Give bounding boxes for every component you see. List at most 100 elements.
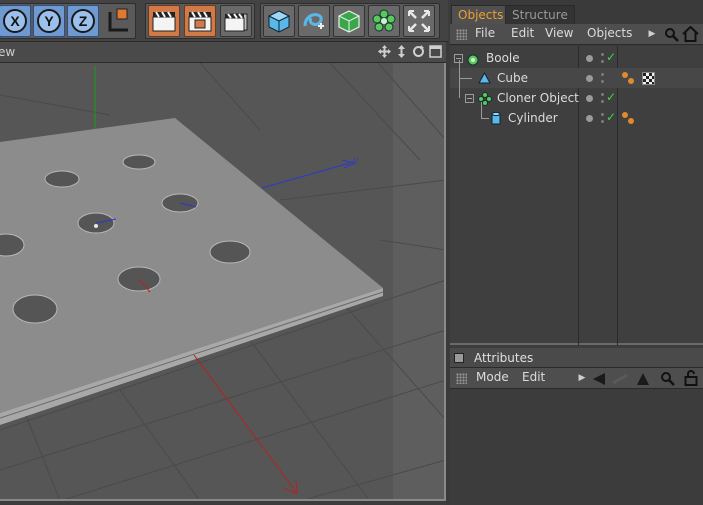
attributes-menubar: Mode Edit ▶ [450,368,703,389]
add-deformer-button[interactable] [403,5,435,37]
attributes-header: Attributes [450,348,703,368]
cylinder-object-icon [491,112,501,125]
axis-lock-group: X Y Z [0,3,136,39]
svg-text://: // [352,157,359,167]
manager-tabs: Objects Structure [450,0,703,24]
render-visibility-dot-icon[interactable] [601,113,604,116]
add-mograph-button[interactable] [368,5,400,37]
menu-objects[interactable]: Objects [587,26,632,40]
subdivision-cube-icon [338,10,360,33]
rotate-view-icon[interactable] [412,45,425,58]
grip-handle-icon[interactable] [456,29,467,40]
zoom-view-icon[interactable] [395,45,408,58]
viewport-title: ew [0,45,16,59]
object-group [260,3,440,39]
grip-handle-icon[interactable] [456,373,467,384]
x-axis-icon: X [3,9,27,33]
coordinate-system-button[interactable] [101,5,133,37]
editor-visibility-dot-icon[interactable] [586,55,593,62]
render-visibility-dot-icon[interactable] [601,60,604,63]
render-visibility-dot-icon[interactable] [601,73,604,76]
lock-y-axis-button[interactable]: Y [33,5,65,37]
attributes-body [450,390,703,505]
lock-x-axis-button[interactable]: X [0,5,31,37]
render-visibility-dot-icon[interactable] [601,120,604,123]
add-generator-button[interactable] [333,5,365,37]
up-arrow-icon[interactable] [636,371,650,386]
tree-line [459,60,460,78]
search-icon[interactable] [660,371,675,386]
render-visibility-dot-icon[interactable] [601,100,604,103]
render-visibility-dot-icon[interactable] [601,80,604,83]
3d-viewport[interactable]: // [0,63,446,501]
object-list: − Boole ✓ Cube − Cloner Object ✓ Cylinde… [450,46,703,345]
object-label: Cloner Object [497,91,579,105]
cube-object-icon [478,72,491,84]
phong-tag-icon[interactable] [622,112,628,118]
render-visibility-dot-icon[interactable] [601,53,604,56]
collapse-toggle-icon[interactable]: − [465,94,474,103]
clapboard-stack-icon [224,13,248,32]
phong-tag-icon[interactable] [628,118,634,124]
add-spline-button[interactable] [298,5,330,37]
tree-line [459,78,460,98]
tree-line [459,78,472,79]
viewport-navigation [378,45,442,58]
move-view-icon[interactable] [378,45,391,58]
cloner-icon [372,9,396,32]
object-label: Cylinder [508,111,558,125]
phong-tag-icon[interactable] [628,78,634,84]
y-axis-icon: Y [37,9,61,33]
object-label: Boole [486,51,520,65]
home-icon[interactable] [682,26,699,42]
lock-z-axis-button[interactable]: Z [67,5,99,37]
back-arrow-icon[interactable] [592,371,606,386]
lock-icon[interactable] [683,370,698,386]
deformer-arrows-icon [408,10,430,32]
material-tag-icon[interactable] [642,72,655,85]
main-toolbar: X Y Z [0,0,448,42]
menu-file[interactable]: File [475,26,495,40]
search-icon[interactable] [664,27,679,42]
menu-view[interactable]: View [545,26,573,40]
menu-edit[interactable]: Edit [522,370,545,384]
tree-line [481,118,489,119]
render-visibility-dot-icon[interactable] [601,93,604,96]
render-view-button[interactable] [148,5,180,37]
tree-line [481,102,482,118]
clapboard-region-icon [188,11,212,32]
render-group [145,3,255,39]
object-row-cube[interactable]: Cube [450,60,703,88]
right-panels: Objects Structure File Edit View Objects… [450,0,703,505]
scene-render: // [0,63,444,499]
history-icon[interactable] [612,371,628,386]
enabled-check-icon[interactable]: ✓ [606,90,616,104]
editor-visibility-dot-icon[interactable] [586,115,593,122]
spline-icon [303,13,324,29]
object-row-boole[interactable]: − Boole ✓ [450,48,703,68]
clapboard-icon [152,11,176,32]
viewport-header: ew [0,42,448,63]
add-cube-button[interactable] [263,5,295,37]
editor-visibility-dot-icon[interactable] [586,75,593,82]
z-axis-icon: Z [71,9,95,33]
object-row-cloner[interactable]: − Cloner Object ✓ [450,78,703,108]
menu-mode[interactable]: Mode [476,370,509,384]
cube-icon [267,10,291,33]
render-region-button[interactable] [184,5,216,37]
menu-overflow-arrow-icon[interactable]: ▶ [648,27,656,41]
phong-tag-icon[interactable] [622,72,628,78]
editor-visibility-dot-icon[interactable] [586,95,593,102]
render-to-picture-viewer-button[interactable] [220,5,252,37]
object-row-cylinder[interactable]: Cylinder ✓ [450,102,703,128]
enabled-check-icon[interactable]: ✓ [606,110,616,124]
tab-structure[interactable]: Structure [505,5,575,24]
menu-overflow-arrow-icon[interactable]: ▶ [578,371,586,385]
tab-objects[interactable]: Objects [451,5,511,24]
world-coordinates-icon [108,8,128,32]
boole-icon [467,54,479,66]
enabled-check-icon[interactable]: ✓ [606,50,616,64]
menu-edit[interactable]: Edit [511,26,534,40]
maximize-view-icon[interactable] [429,45,442,58]
panel-menu-square-icon[interactable] [454,353,464,363]
